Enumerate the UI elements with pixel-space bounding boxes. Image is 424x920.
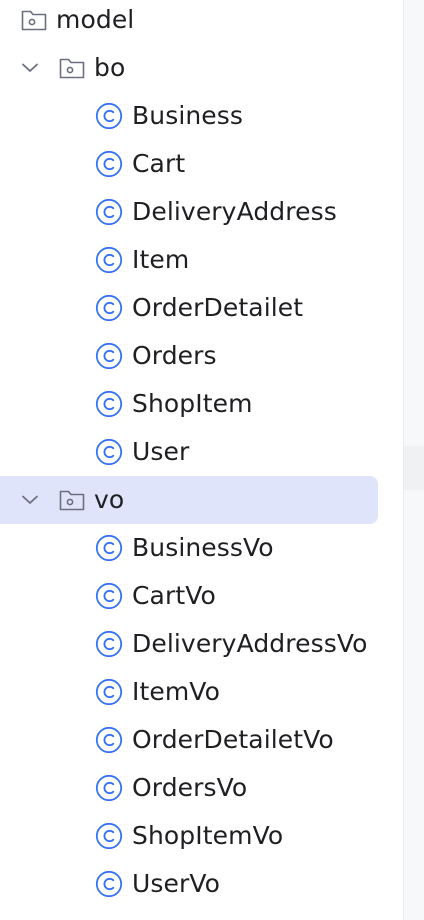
tree-node-label: model bbox=[56, 5, 135, 34]
tree-node-label: BusinessVo bbox=[132, 533, 274, 562]
tree-node-class[interactable]: Business bbox=[0, 92, 403, 140]
class-icon bbox=[95, 822, 123, 850]
tree-node-class[interactable]: Item bbox=[0, 236, 403, 284]
class-icon bbox=[95, 150, 123, 178]
chevron-down-icon[interactable] bbox=[20, 490, 40, 510]
tree-node-class[interactable]: BusinessVo bbox=[0, 524, 403, 572]
tree-node-class[interactable]: OrderDetailetVo bbox=[0, 716, 403, 764]
tree-node-label: User bbox=[132, 437, 190, 466]
tree-node-label: CartVo bbox=[132, 581, 216, 610]
class-icon bbox=[95, 294, 123, 322]
class-icon bbox=[95, 630, 123, 658]
class-icon bbox=[95, 678, 123, 706]
chevron-down-icon[interactable] bbox=[20, 58, 40, 78]
tree-node-label: OrderDetailetVo bbox=[132, 725, 334, 754]
tree-node-label: OrdersVo bbox=[132, 773, 248, 802]
tree-node-class[interactable]: OrdersVo bbox=[0, 764, 403, 812]
class-icon bbox=[95, 102, 123, 130]
tree-node-label: Business bbox=[132, 101, 244, 130]
tree-node-label: ShopItemVo bbox=[132, 821, 284, 850]
folder-icon bbox=[58, 54, 86, 82]
tree-node-class[interactable]: Orders bbox=[0, 332, 403, 380]
class-icon bbox=[95, 438, 123, 466]
folder-icon bbox=[58, 486, 86, 514]
tree-node-class[interactable]: UserVo bbox=[0, 860, 403, 908]
tree-node-label: Item bbox=[132, 245, 190, 274]
tree-node-bo[interactable]: bo bbox=[0, 44, 403, 92]
tree-node-class[interactable]: ShopItemVo bbox=[0, 812, 403, 860]
class-icon bbox=[95, 198, 123, 226]
folder-icon bbox=[20, 6, 48, 34]
tree-node-class[interactable]: CartVo bbox=[0, 572, 403, 620]
tree-node-label: DeliveryAddress bbox=[132, 197, 337, 226]
tree-node-class[interactable]: DeliveryAddressVo bbox=[0, 620, 403, 668]
class-icon bbox=[95, 246, 123, 274]
class-icon bbox=[95, 726, 123, 754]
tree-node-model[interactable]: model bbox=[0, 0, 403, 44]
tree-node-label: ShopItem bbox=[132, 389, 253, 418]
tree-node-label: vo bbox=[94, 485, 125, 514]
class-icon bbox=[95, 582, 123, 610]
tree-node-label: OrderDetailet bbox=[132, 293, 304, 322]
editor-line-highlight bbox=[404, 446, 424, 490]
tree-node-class[interactable]: ShopItem bbox=[0, 380, 403, 428]
project-tree: model bo Business Cart DeliveryAddress I… bbox=[0, 0, 403, 920]
tree-node-class[interactable]: User bbox=[0, 428, 403, 476]
tree-node-class[interactable]: OrderDetailet bbox=[0, 284, 403, 332]
tree-node-class[interactable]: Cart bbox=[0, 140, 403, 188]
tree-node-label: DeliveryAddressVo bbox=[132, 629, 368, 658]
tree-node-class[interactable]: DeliveryAddress bbox=[0, 188, 403, 236]
tree-node-class[interactable]: ItemVo bbox=[0, 668, 403, 716]
tree-node-label: ItemVo bbox=[132, 677, 220, 706]
editor-area bbox=[404, 0, 424, 920]
tree-node-label: bo bbox=[94, 53, 126, 82]
class-icon bbox=[95, 534, 123, 562]
class-icon bbox=[95, 870, 123, 898]
tree-node-vo[interactable]: vo bbox=[0, 476, 403, 524]
class-icon bbox=[95, 774, 123, 802]
tree-node-label: UserVo bbox=[132, 869, 221, 898]
class-icon bbox=[95, 342, 123, 370]
tree-node-label: Cart bbox=[132, 149, 186, 178]
tree-node-label: Orders bbox=[132, 341, 217, 370]
class-icon bbox=[95, 390, 123, 418]
